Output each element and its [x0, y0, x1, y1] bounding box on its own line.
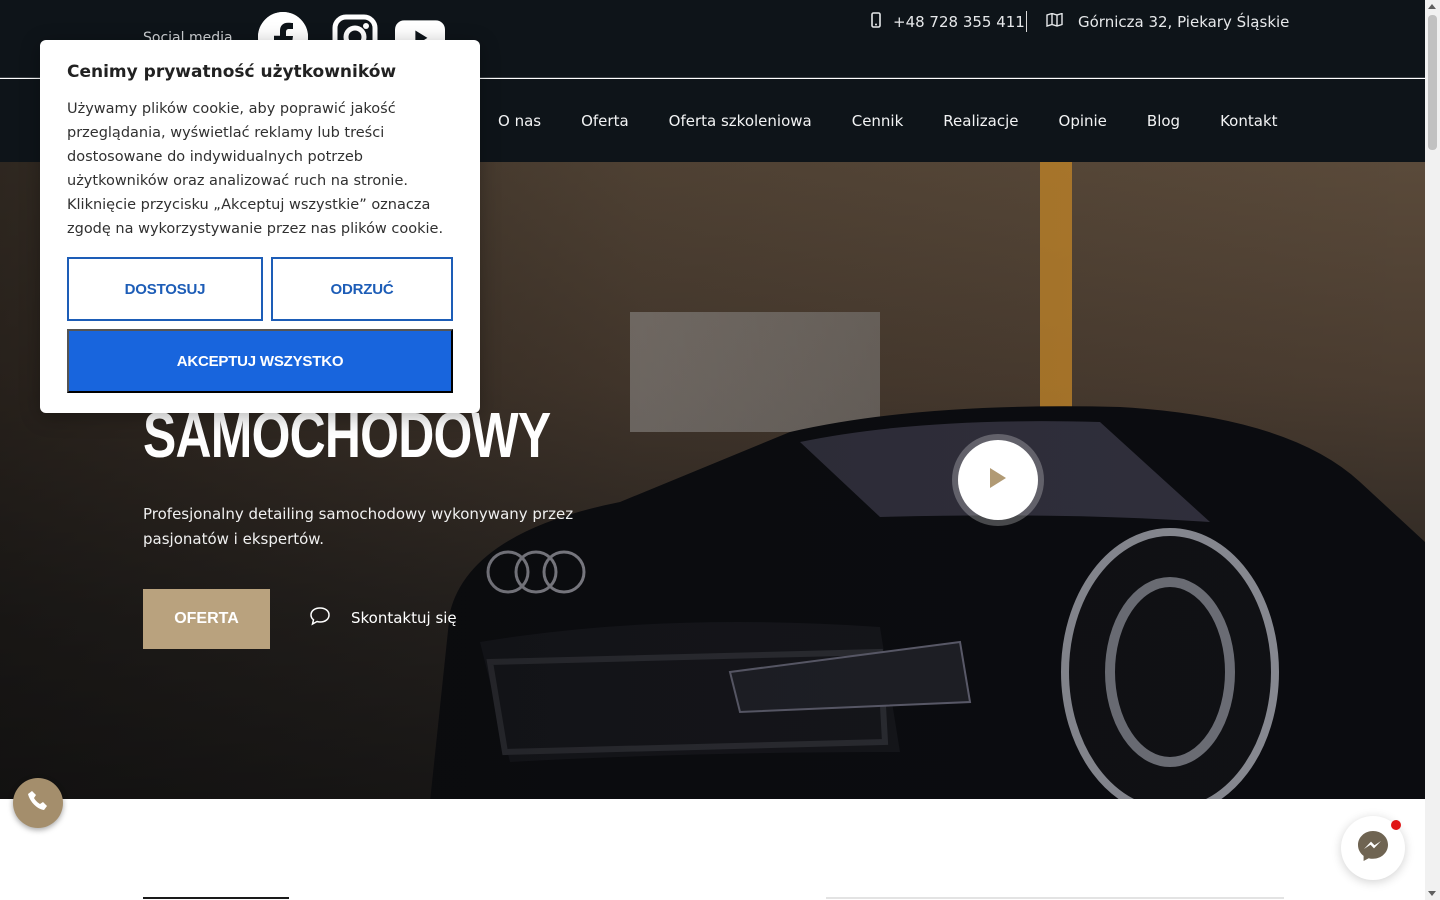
cookie-consent-dialog: Cenimy prywatność użytkowników Używamy p…	[40, 40, 480, 413]
accept-all-cookies-button[interactable]: AKCEPTUJ WSZYSTKO	[67, 329, 453, 393]
messenger-icon	[1356, 829, 1390, 867]
mobile-phone-icon	[871, 12, 881, 32]
nav-item-realizacje[interactable]: Realizacje	[923, 112, 1038, 130]
contact-divider	[1026, 11, 1027, 32]
contact-link-label: Skontaktuj się	[351, 609, 457, 627]
header-phone-number: +48 728 355 411	[893, 13, 1025, 31]
scroll-down-arrow-icon[interactable]	[1428, 891, 1436, 896]
hero-subtitle: Profesjonalny detailing samochodowy wyko…	[143, 505, 574, 548]
section-divider-right	[826, 897, 1284, 899]
call-float-button[interactable]	[13, 778, 63, 828]
scrollbar-thumb[interactable]	[1428, 15, 1437, 150]
header-address-text: Górnicza 32, Piekary Śląskie	[1078, 13, 1290, 31]
nav-item-kontakt[interactable]: Kontakt	[1200, 112, 1297, 130]
header-address[interactable]: Górnicza 32, Piekary Śląskie	[1046, 12, 1289, 32]
cookie-title: Cenimy prywatność użytkowników	[67, 62, 397, 82]
scroll-up-arrow-icon[interactable]	[1428, 4, 1436, 9]
notification-dot	[1391, 820, 1401, 830]
play-icon	[988, 466, 1008, 494]
nav-item-blog[interactable]: Blog	[1127, 112, 1200, 130]
play-video-button[interactable]	[958, 440, 1038, 520]
nav-item-oferta-szkoleniowa[interactable]: Oferta szkoleniowa	[649, 112, 832, 130]
chat-bubble-icon	[309, 606, 331, 630]
contact-link[interactable]: Skontaktuj się	[309, 606, 457, 630]
section-divider-left	[143, 897, 289, 899]
nav-item-oferta[interactable]: Oferta	[561, 112, 649, 130]
cookie-description: Używamy plików cookie, aby poprawić jako…	[67, 101, 444, 237]
map-icon	[1046, 12, 1063, 31]
page-scrollbar[interactable]	[1425, 0, 1440, 900]
header-phone[interactable]: +48 728 355 411	[871, 12, 1025, 32]
customize-cookies-button[interactable]: DOSTOSUJ	[67, 257, 263, 321]
nav-item-o-nas[interactable]: O nas	[478, 112, 561, 130]
nav-item-opinie[interactable]: Opinie	[1039, 112, 1127, 130]
phone-icon	[27, 790, 49, 816]
oferta-button[interactable]: OFERTA	[143, 589, 270, 649]
messenger-chat-button[interactable]	[1341, 816, 1405, 880]
nav-item-cennik[interactable]: Cennik	[832, 112, 924, 130]
reject-cookies-button[interactable]: ODRZUĆ	[271, 257, 453, 321]
nav-menu: O nas Oferta Oferta szkoleniowa Cennik R…	[478, 79, 1298, 162]
